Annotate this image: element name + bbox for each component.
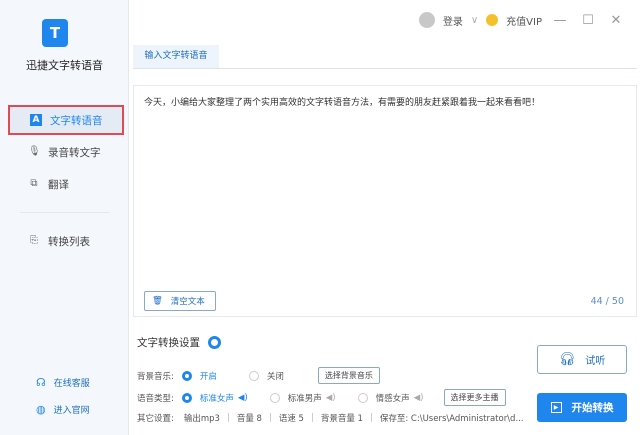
bg-music-on-radio[interactable] bbox=[181, 370, 192, 381]
save-path[interactable]: 保存至: C:\Users\Administrator\d... bbox=[380, 412, 524, 424]
headset-icon: ☊ bbox=[36, 376, 46, 389]
select-more-voices-button[interactable]: 选择更多主播 bbox=[443, 389, 506, 406]
sidebar-item-label: 文字转语音 bbox=[50, 114, 103, 127]
start-conversion-button[interactable]: ▶ 开始转换 bbox=[537, 393, 627, 422]
clear-text-button[interactable]: 🗑 清空文本 bbox=[144, 291, 216, 311]
headphones-icon: 🎧︎ bbox=[558, 352, 576, 367]
separator: | bbox=[226, 413, 230, 423]
sidebar-item-label: 翻译 bbox=[48, 178, 69, 191]
speaker-icon[interactable]: ◀) bbox=[414, 393, 424, 403]
gear-icon[interactable] bbox=[208, 336, 221, 349]
link-label: 进入官网 bbox=[53, 406, 90, 416]
sidebar-item-conversion-list[interactable]: ⎘ 转换列表 bbox=[8, 226, 124, 256]
voice-label[interactable]: 标准女声 bbox=[200, 392, 234, 404]
bg-music-off-label[interactable]: 关闭 bbox=[267, 370, 284, 382]
sidebar-item-label: 转换列表 bbox=[48, 235, 90, 248]
login-button[interactable]: 登录 bbox=[443, 13, 463, 28]
voice-radio-standard-female[interactable] bbox=[181, 392, 192, 403]
listen-button[interactable]: 🎧︎ 试听 bbox=[537, 345, 627, 374]
other-settings-label: 其它设置: bbox=[137, 414, 174, 424]
volume-setting[interactable]: 音量 8 bbox=[237, 412, 262, 424]
voice-type-row: 语音类型: 标准女声 ◀) 标准男声 ◀) 情感女声 ◀) 选择更多主播 bbox=[137, 389, 506, 406]
chevron-down-icon[interactable]: ∨ bbox=[471, 15, 478, 26]
select-bg-music-button[interactable]: 选择背景音乐 bbox=[317, 367, 380, 384]
trash-icon: 🗑 bbox=[152, 296, 163, 306]
text-editor[interactable]: 今天，小编给大家整理了两个实用高效的文字转语音方法，有需要的朋友赶紧跟着我一起来… bbox=[133, 85, 637, 317]
speaker-icon[interactable]: ◀) bbox=[238, 393, 248, 403]
bg-music-row: 背景音乐: 开启 关闭 选择背景音乐 bbox=[137, 367, 380, 384]
separator: | bbox=[310, 413, 314, 423]
voice-type-label: 语音类型: bbox=[137, 393, 174, 404]
voice-label[interactable]: 标准男声 bbox=[288, 392, 322, 404]
tab-divider bbox=[133, 68, 637, 69]
settings-title-text: 文字转换设置 bbox=[137, 337, 200, 349]
topbar: 登录 ∨ 充值VIP — ☐ ✕ bbox=[418, 12, 626, 28]
divider bbox=[20, 212, 110, 213]
button-label: 试听 bbox=[585, 356, 606, 367]
bg-music-on-label[interactable]: 开启 bbox=[200, 370, 217, 382]
mic-icon: 🎙 bbox=[28, 146, 41, 157]
text-icon: A bbox=[30, 114, 42, 126]
button-label: 开始转换 bbox=[571, 402, 614, 414]
close-icon[interactable]: ✕ bbox=[606, 13, 626, 28]
online-support-link[interactable]: ☊ 在线客服 bbox=[36, 376, 90, 389]
voice-radio-emotional-female[interactable] bbox=[357, 392, 368, 403]
separator: | bbox=[268, 413, 272, 423]
link-label: 在线客服 bbox=[53, 379, 90, 389]
app-logo: T bbox=[42, 19, 68, 47]
translate-icon: ⧉ bbox=[30, 178, 38, 189]
sidebar: T 迅捷文字转语音 A 文字转语音 🎙 录音转文字 ⧉ 翻译 ⎘ 转换列表 ☊ 在线客服 … bbox=[0, 0, 129, 435]
settings-title: 文字转换设置 bbox=[137, 335, 221, 350]
vip-icon bbox=[486, 14, 499, 26]
vip-button[interactable]: 充值VIP bbox=[506, 13, 542, 28]
sidebar-item-recording-to-text[interactable]: 🎙 录音转文字 bbox=[8, 137, 124, 167]
app-name: 迅捷文字转语音 bbox=[26, 59, 103, 72]
sidebar-item-translate[interactable]: ⧉ 翻译 bbox=[8, 169, 124, 199]
globe-icon: ◍ bbox=[36, 403, 46, 416]
play-icon: ▶ bbox=[550, 402, 562, 413]
avatar[interactable] bbox=[418, 12, 435, 28]
official-site-link[interactable]: ◍ 进入官网 bbox=[36, 403, 90, 416]
tab-input-text[interactable]: 输入文字转语音 bbox=[133, 45, 219, 68]
bg-volume-setting[interactable]: 背景音量 1 bbox=[321, 412, 363, 424]
sidebar-item-text-to-speech[interactable]: A 文字转语音 bbox=[8, 105, 124, 135]
separator: | bbox=[369, 413, 373, 423]
minimize-icon[interactable]: — bbox=[550, 13, 570, 28]
char-count: 44 / 50 bbox=[590, 296, 624, 307]
list-icon: ⎘ bbox=[30, 235, 38, 246]
output-format[interactable]: 输出mp3 bbox=[184, 412, 220, 424]
other-settings-row: 其它设置: 输出mp3 | 音量 8 | 语速 5 | 背景音量 1 | 保存至: C:… bbox=[137, 412, 524, 424]
maximize-icon[interactable]: ☐ bbox=[578, 13, 598, 28]
bg-music-off-radio[interactable] bbox=[248, 370, 259, 381]
button-label: 清空文本 bbox=[170, 297, 205, 307]
sidebar-item-label: 录音转文字 bbox=[48, 146, 101, 159]
speed-setting[interactable]: 语速 5 bbox=[279, 412, 304, 424]
voice-label[interactable]: 情感女声 bbox=[376, 392, 410, 404]
bg-music-label: 背景音乐: bbox=[137, 371, 174, 382]
speaker-icon[interactable]: ◀) bbox=[326, 393, 336, 403]
editor-text[interactable]: 今天，小编给大家整理了两个实用高效的文字转语音方法，有需要的朋友赶紧跟着我一起来… bbox=[144, 95, 540, 108]
voice-radio-standard-male[interactable] bbox=[269, 392, 280, 403]
